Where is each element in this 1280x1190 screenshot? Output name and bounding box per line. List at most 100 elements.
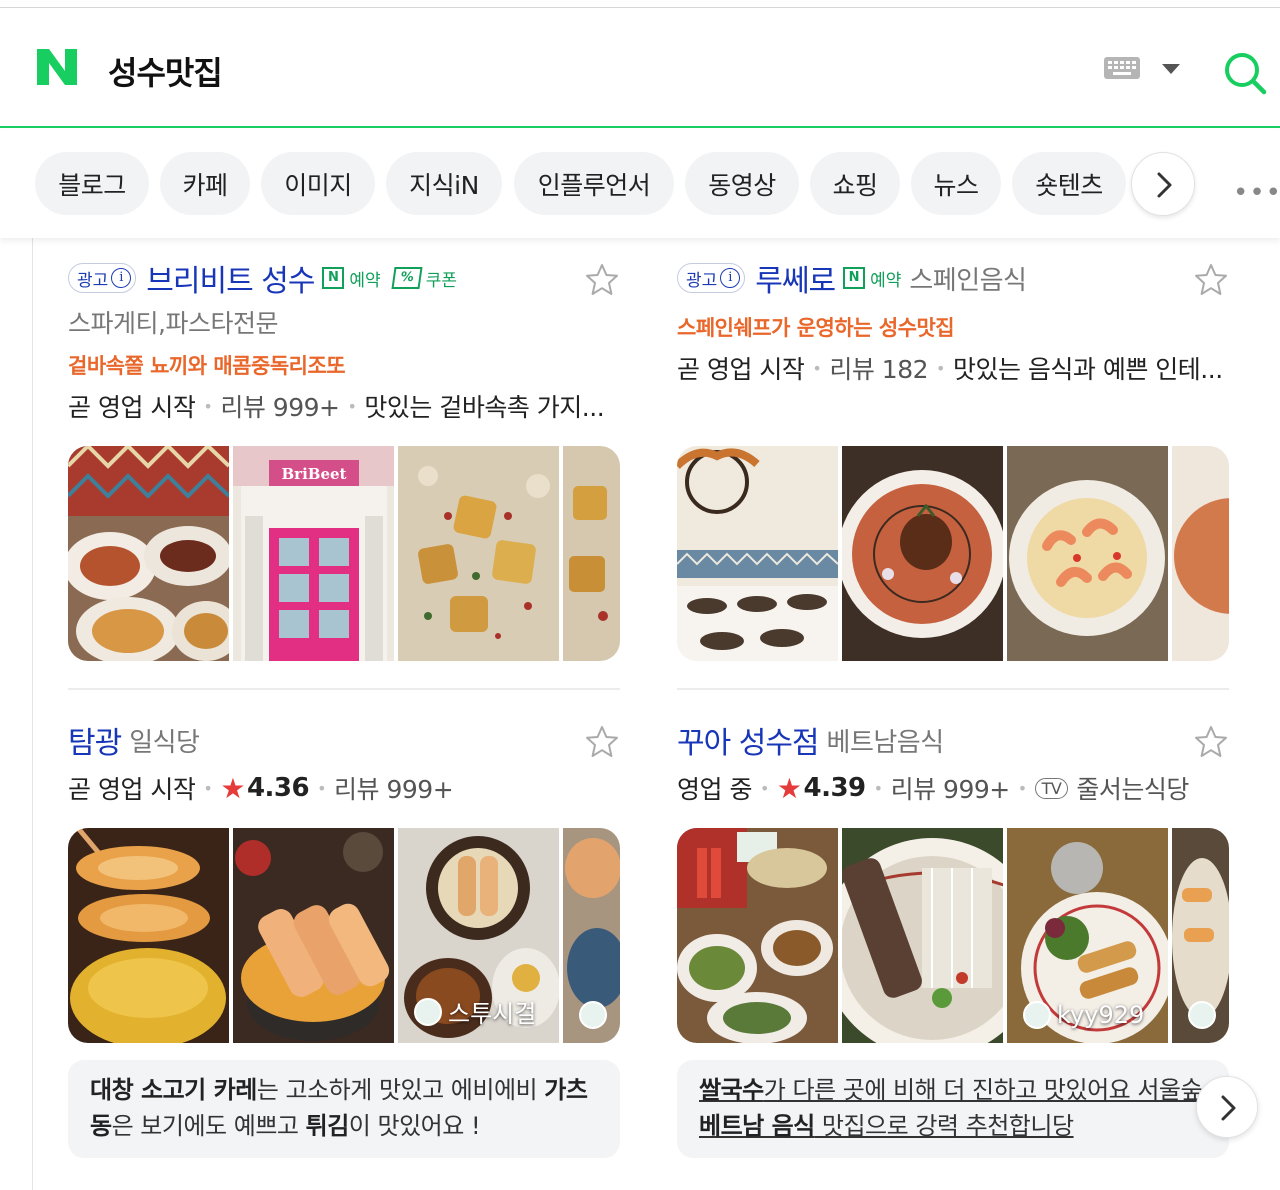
star-outline-icon[interactable]	[584, 724, 620, 760]
tab-video[interactable]: 동영상	[685, 152, 799, 215]
tab-blog[interactable]: 블로그	[35, 152, 149, 215]
place-meta: 영업 중 • ★ 4.39 • 리뷰 999+ • TV 줄서는식당	[677, 770, 1229, 806]
search-input[interactable]: 성수맛집	[108, 48, 223, 94]
tab-shortents[interactable]: 숏텐츠	[1012, 152, 1126, 215]
review-segment: 맛집으로 강력 추천합니당	[814, 1112, 1074, 1140]
rating-value: 4.36	[246, 773, 310, 803]
keyboard-icon[interactable]	[1104, 57, 1140, 79]
separator: •	[812, 358, 822, 378]
coupon-icon: %	[391, 267, 423, 289]
food-photo[interactable]	[677, 828, 838, 1043]
review-count[interactable]: 리뷰 999+	[891, 770, 1011, 806]
food-photo[interactable]	[563, 446, 620, 661]
review-box[interactable]: 대창 소고기 카레는 고소하게 맛있고 에비에비 가츠동은 보기에도 예쁘고 튀…	[68, 1060, 620, 1158]
naver-logo-icon[interactable]	[34, 47, 80, 87]
place-name[interactable]: 탐광	[68, 718, 122, 762]
star-outline-icon[interactable]	[1193, 724, 1229, 760]
star-outline-icon[interactable]	[584, 262, 620, 298]
review-keyword: 베트남 음식	[699, 1112, 815, 1140]
naver-n-icon: N	[843, 267, 866, 289]
place-card-kkua[interactable]: 꾸아 성수점 베트남음식 영업 중 • ★ 4.39 • 리뷰 999+ • TV 줄서는식당	[677, 720, 1229, 1160]
business-status: 곧 영업 시작	[68, 775, 196, 804]
tab-news[interactable]: 뉴스	[911, 152, 1001, 215]
place-card-tamgwang[interactable]: 탐광 일식당 곧 영업 시작 • ★ 4.36 • 리뷰 999+ 스투시걸 대…	[68, 720, 620, 1160]
review-segment: 은 보기에도 예쁘고	[111, 1112, 306, 1140]
place-meta: 곧 영업 시작 • 리뷰 999+ • 맛있는 겉바속촉 가지...	[68, 388, 620, 424]
naver-n-icon: N	[322, 267, 345, 289]
photo-author[interactable]: kyy929	[1023, 1001, 1144, 1029]
place-name[interactable]: 루쎄로	[755, 256, 836, 300]
tab-shopping[interactable]: 쇼핑	[810, 152, 900, 215]
photo-author[interactable]: 스투시걸	[414, 994, 536, 1029]
place-title-row: 꾸아 성수점 베트남음식	[677, 718, 945, 762]
place-meta: 곧 영업 시작 • ★ 4.36 • 리뷰 999+	[68, 770, 620, 806]
place-card-bribeet[interactable]: 광고 i 브리비트 성수 N 예약 % 쿠폰 스파게티,파스타전문 겉바속쫄 뇨끼와 …	[68, 258, 620, 690]
tab-image[interactable]: 이미지	[261, 152, 375, 215]
review-keyword: 쌀국수	[699, 1076, 764, 1104]
reservation-badge[interactable]: N 예약	[843, 266, 901, 291]
avatar	[1023, 1001, 1051, 1029]
food-photo[interactable]	[68, 828, 229, 1043]
photo-gallery[interactable]: BriBeet	[68, 446, 620, 661]
business-status: 곧 영업 시작	[677, 355, 805, 384]
review-segment: 가 다른 곳에 비해 더 진하고 맛있어요 서울숲	[763, 1076, 1203, 1104]
place-name[interactable]: 브리비트 성수	[146, 256, 315, 300]
coupon-badge[interactable]: % 쿠폰	[391, 266, 457, 291]
food-photo[interactable]	[842, 446, 1003, 661]
content-border	[32, 238, 33, 1190]
search-tabs: 블로그 카페 이미지 지식iN 인플루언서 동영상 쇼핑 뉴스 숏텐츠 •••	[0, 130, 1280, 238]
business-status: 곧 영업 시작	[68, 393, 196, 422]
tab-influencer[interactable]: 인플루언서	[514, 152, 674, 215]
review-snippet: 맛있는 겉바속촉 가지...	[364, 393, 605, 422]
storefront-photo[interactable]: BriBeet	[233, 446, 394, 661]
more-dots-icon[interactable]: •••	[1233, 178, 1280, 208]
photo-gallery[interactable]: kyy929	[677, 828, 1229, 1043]
place-name[interactable]: 꾸아 성수점	[677, 718, 820, 762]
place-meta: 곧 영업 시작 • 리뷰 182 • 맛있는 음식과 예쁜 인테...	[677, 350, 1229, 386]
rating-value: 4.39	[803, 773, 867, 803]
review-next-button[interactable]	[1196, 1076, 1258, 1138]
review-count[interactable]: 리뷰 999+	[220, 388, 340, 424]
rating-star-icon: ★	[220, 771, 245, 805]
interior-photo[interactable]	[677, 446, 838, 661]
place-category: 베트남음식	[826, 727, 945, 758]
place-category: 스파게티,파스타전문	[68, 309, 278, 338]
review-box[interactable]: 쌀국수가 다른 곳에 비해 더 진하고 맛있어요 서울숲 베트남 음식 맛집으로…	[677, 1060, 1229, 1158]
photo-gallery[interactable]	[677, 446, 1229, 661]
tab-kin[interactable]: 지식iN	[386, 152, 502, 215]
ad-badge[interactable]: 광고 i	[68, 263, 137, 293]
separator: •	[759, 778, 769, 798]
coupon-label: 쿠폰	[425, 270, 457, 291]
avatar	[579, 1001, 607, 1029]
star-outline-icon[interactable]	[1193, 262, 1229, 298]
ad-label: 광고	[686, 270, 718, 291]
chevron-right-icon	[1221, 1095, 1236, 1121]
food-photo[interactable]	[1007, 446, 1168, 661]
food-photo[interactable]	[398, 446, 559, 661]
photo-gallery[interactable]: 스투시걸	[68, 828, 620, 1043]
search-icon[interactable]	[1222, 50, 1268, 96]
place-card-ruccero[interactable]: 광고 i 루쎄로 N 예약 스페인음식 스페인쉐프가 운영하는 성수맛집 곧 영업 …	[677, 258, 1229, 690]
photo-author[interactable]	[1188, 1001, 1222, 1029]
food-photo[interactable]	[233, 828, 394, 1043]
separator: •	[317, 778, 327, 798]
caret-down-icon[interactable]	[1162, 64, 1180, 74]
tabs-next-button[interactable]	[1131, 152, 1195, 216]
food-photo[interactable]	[842, 828, 1003, 1043]
place-category: 일식당	[129, 727, 200, 758]
food-photo[interactable]	[1172, 446, 1229, 661]
separator: •	[1017, 778, 1027, 798]
ad-badge[interactable]: 광고 i	[677, 263, 746, 293]
review-count[interactable]: 리뷰 999+	[334, 770, 454, 806]
divider	[677, 688, 1229, 690]
separator: •	[347, 396, 357, 416]
separator: •	[203, 396, 213, 416]
avatar	[1188, 1001, 1216, 1029]
review-keyword: 대창 소고기 카레	[90, 1076, 257, 1104]
photo-author-name: kyy929	[1057, 1001, 1145, 1029]
food-photo[interactable]	[68, 446, 229, 661]
reservation-badge[interactable]: N 예약	[322, 266, 381, 291]
review-count[interactable]: 리뷰 182	[829, 350, 928, 386]
tab-cafe[interactable]: 카페	[160, 152, 250, 215]
photo-author[interactable]	[579, 1001, 613, 1029]
